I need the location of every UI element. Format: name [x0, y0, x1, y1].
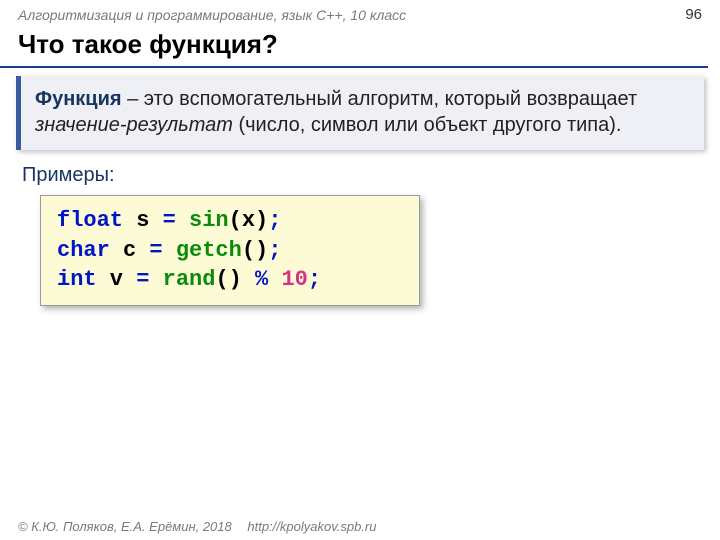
- definition-term: Функция: [35, 88, 122, 110]
- definition-body2: (число, символ или объект другого типа).: [233, 114, 622, 136]
- code-line-1: float s = sin(x);: [57, 206, 403, 236]
- examples-label: Примеры:: [0, 162, 720, 195]
- definition-box: Функция – это вспомогательный алгоритм, …: [16, 76, 704, 150]
- definition-italic: значение-результат: [35, 114, 233, 136]
- definition-dash: –: [122, 88, 144, 110]
- keyword-int: int: [57, 267, 97, 292]
- footer-copyright: © К.Ю. Поляков, Е.А. Ерёмин, 2018: [18, 519, 232, 534]
- func-sin: sin: [189, 208, 229, 233]
- keyword-char: char: [57, 238, 110, 263]
- code-line-3: int v = rand() % 10;: [57, 265, 403, 295]
- code-box: float s = sin(x); char c = getch(); int …: [40, 195, 420, 306]
- literal-10: 10: [281, 267, 307, 292]
- footer: © К.Ю. Поляков, Е.А. Ерёмин, 2018 http:/…: [18, 519, 376, 534]
- func-rand: rand: [163, 267, 216, 292]
- definition-body1: это вспомогательный алгоритм, который во…: [144, 88, 637, 110]
- func-getch: getch: [176, 238, 242, 263]
- code-line-2: char c = getch();: [57, 236, 403, 266]
- page-number: 96: [685, 6, 702, 23]
- keyword-float: float: [57, 208, 123, 233]
- course-label: Алгоритмизация и программирование, язык …: [18, 7, 406, 23]
- header-bar: Алгоритмизация и программирование, язык …: [0, 0, 720, 25]
- footer-url: http://kpolyakov.spb.ru: [247, 519, 376, 534]
- slide-title: Что такое функция?: [0, 25, 720, 66]
- title-underline: [0, 66, 708, 68]
